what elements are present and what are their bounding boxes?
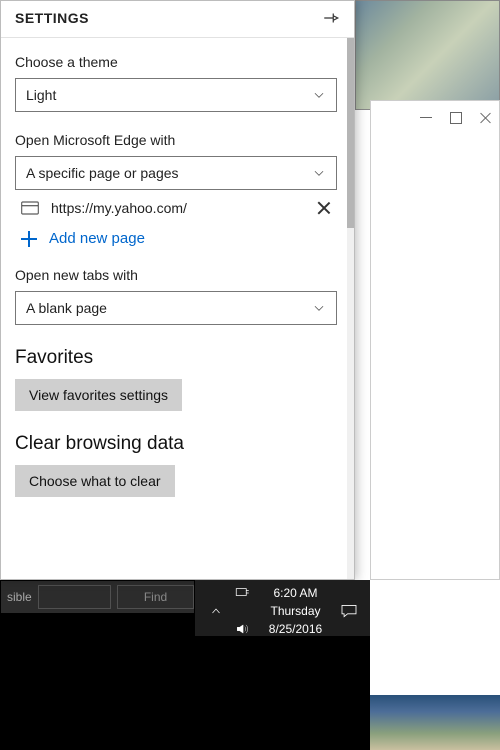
background-thumbnail-bottom [370,695,500,750]
scrollbar-track[interactable] [347,38,354,579]
clock-date[interactable]: 8/25/2016 [255,622,336,636]
network-icon[interactable] [235,587,250,599]
settings-body: Choose a theme Light Open Microsoft Edge… [1,38,354,579]
volume-icon[interactable] [235,622,250,636]
open-with-label: Open Microsoft Edge with [15,132,340,148]
settings-panel: SETTINGS Choose a theme Light Open Micro… [0,0,355,580]
favorites-section: Favorites View favorites settings [15,347,340,411]
add-new-page-link[interactable]: Add new page [15,220,340,247]
remove-page-button[interactable] [317,201,331,215]
favorites-heading: Favorites [15,347,340,369]
choose-what-to-clear-button[interactable]: Choose what to clear [15,465,175,497]
page-icon [21,201,39,215]
clear-data-section: Clear browsing data Choose what to clear [15,433,340,497]
theme-group: Choose a theme Light [15,54,340,112]
new-tabs-label: Open new tabs with [15,267,340,283]
open-with-selected-value: A specific page or pages [26,165,179,181]
background-window-controls [420,112,492,124]
find-input[interactable] [38,585,111,609]
theme-label: Choose a theme [15,54,340,70]
clock-day[interactable]: Thursday [255,604,336,618]
view-favorites-settings-button[interactable]: View favorites settings [15,379,182,411]
open-with-select[interactable]: A specific page or pages [15,156,337,190]
chevron-down-icon [312,301,326,315]
tray-overflow-chevron-up-icon[interactable] [210,605,222,617]
plus-icon [21,231,37,247]
chevron-down-icon [312,166,326,180]
new-tabs-selected-value: A blank page [26,300,107,316]
pin-icon[interactable] [322,9,340,27]
scrollbar-thumb[interactable] [347,38,354,228]
new-tabs-select[interactable]: A blank page [15,291,337,325]
settings-title: SETTINGS [15,10,89,26]
find-button[interactable]: Find [117,585,194,609]
chevron-down-icon [312,88,326,102]
theme-select[interactable]: Light [15,78,337,112]
clock-time[interactable]: 6:20 AM [255,586,336,600]
background-minimize-icon[interactable] [420,112,432,124]
background-window [370,100,500,580]
settings-header: SETTINGS [1,1,354,38]
startup-page-url: https://my.yahoo.com/ [51,200,305,216]
action-center-icon[interactable] [337,604,361,618]
new-tabs-group: Open new tabs with A blank page [15,267,340,325]
background-thumbnail [355,0,500,110]
theme-selected-value: Light [26,87,56,103]
background-close-icon[interactable] [480,112,492,124]
add-new-page-label: Add new page [49,230,145,247]
background-maximize-icon[interactable] [450,112,462,124]
clear-data-heading: Clear browsing data [15,433,340,455]
open-with-group: Open Microsoft Edge with A specific page… [15,132,340,247]
startup-page-row: https://my.yahoo.com/ [15,190,337,220]
taskbar-tray: 6:20 AM Thursday 8/25/2016 [195,580,370,636]
findbar-partial-text: sible [1,590,38,604]
find-bar: sible Find [0,580,195,614]
